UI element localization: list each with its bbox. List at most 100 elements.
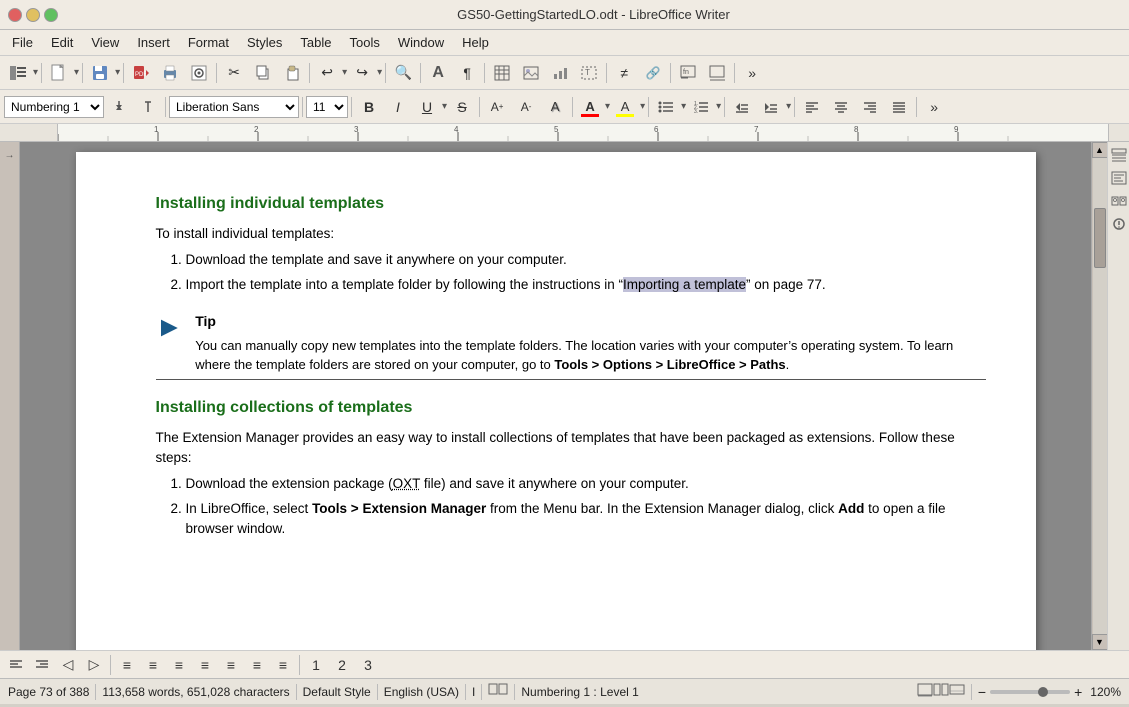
highlight-dropdown[interactable]: ▾ [640, 101, 645, 112]
scroll-track[interactable] [1093, 158, 1107, 634]
indent-dropdown[interactable]: ▾ [786, 101, 791, 112]
footnote-button[interactable]: fn [674, 60, 702, 86]
align-right-button[interactable] [856, 94, 884, 120]
document-container[interactable]: Installing individual templates To insta… [20, 142, 1091, 650]
export-pdf-button[interactable]: PDF [127, 60, 155, 86]
undo-button[interactable]: ↩ [313, 60, 341, 86]
preview-button[interactable] [185, 60, 213, 86]
font-dropdown[interactable]: Liberation Sans [169, 96, 299, 118]
para-align-right[interactable] [30, 654, 54, 676]
italic-button[interactable]: I [384, 94, 412, 120]
para-marks-button[interactable]: ¶ [453, 60, 481, 86]
cut-button[interactable]: ✂ [220, 60, 248, 86]
style-dropdown[interactable]: Numbering 1 [4, 96, 104, 118]
minimize-button[interactable] [26, 8, 40, 22]
zoom-minus-button[interactable]: − [978, 684, 986, 700]
page-view-icon[interactable] [933, 683, 949, 700]
align-center-button[interactable] [827, 94, 855, 120]
underline-button[interactable]: U [413, 94, 441, 120]
menu-styles[interactable]: Styles [239, 33, 290, 52]
redo-dropdown[interactable]: ▾ [377, 67, 382, 78]
left-panel-btn1[interactable]: → [5, 150, 15, 161]
font-size-increase[interactable]: A [424, 60, 452, 86]
right-panel-styles[interactable] [1111, 171, 1127, 188]
style-more-button[interactable] [105, 94, 133, 120]
zoom-track[interactable] [990, 690, 1070, 694]
right-panel-gallery[interactable] [1111, 194, 1127, 211]
shadow-button[interactable]: A [541, 94, 569, 120]
para-numbered1[interactable]: 1 [304, 654, 328, 676]
bold-button[interactable]: B [355, 94, 383, 120]
para-list-btn1[interactable]: ≡ [115, 654, 139, 676]
font-color-dropdown[interactable]: ▾ [605, 101, 610, 112]
new-dropdown[interactable]: ▾ [74, 67, 79, 78]
list-bullets-dropdown[interactable]: ▾ [681, 101, 686, 112]
list-numbers-dropdown[interactable]: ▾ [716, 101, 721, 112]
insert-table-button[interactable] [488, 60, 516, 86]
right-panel-properties[interactable] [1111, 217, 1127, 234]
menu-file[interactable]: File [4, 33, 41, 52]
para-numbered2[interactable]: 2 [330, 654, 354, 676]
list-numbers-button[interactable]: 1.2.3. [687, 94, 715, 120]
menu-edit[interactable]: Edit [43, 33, 81, 52]
para-numbered3[interactable]: 3 [356, 654, 380, 676]
para-decrease-indent[interactable]: ◁ [56, 654, 80, 676]
save-button[interactable] [86, 60, 114, 86]
scroll-down-button[interactable]: ▼ [1092, 634, 1108, 650]
page-view2-icon[interactable] [949, 683, 965, 700]
increase-indent-button[interactable] [757, 94, 785, 120]
right-panel-navigator[interactable] [1111, 148, 1127, 165]
menu-table[interactable]: Table [292, 33, 339, 52]
toolbar1-expand[interactable]: ▾ [33, 67, 38, 78]
style-btn2[interactable] [134, 94, 162, 120]
align-left-button[interactable] [798, 94, 826, 120]
para-list-btn3[interactable]: ≡ [167, 654, 191, 676]
close-button[interactable] [8, 8, 22, 22]
new-button[interactable] [45, 60, 73, 86]
superscript-button[interactable]: A+ [483, 94, 511, 120]
menu-format[interactable]: Format [180, 33, 237, 52]
special-char-button[interactable]: ≠ [610, 60, 638, 86]
insert-chart-button[interactable] [546, 60, 574, 86]
zoom-level[interactable]: 120% [1090, 685, 1121, 699]
sidebar-toggle-button[interactable] [4, 60, 32, 86]
menu-tools[interactable]: Tools [341, 33, 387, 52]
more-format-buttons[interactable]: » [920, 94, 948, 120]
highlight-button[interactable]: A [611, 94, 639, 120]
paste-button[interactable] [278, 60, 306, 86]
para-list-btn5[interactable]: ≡ [219, 654, 243, 676]
hyperlink-button[interactable]: 🔗 [639, 60, 667, 86]
para-align-left[interactable] [4, 654, 28, 676]
find-button[interactable]: 🔍 [389, 60, 417, 86]
scroll-up-button[interactable]: ▲ [1092, 142, 1108, 158]
zoom-plus-button[interactable]: + [1074, 684, 1082, 700]
save-dropdown[interactable]: ▾ [115, 67, 120, 78]
print-button[interactable] [156, 60, 184, 86]
scroll-thumb[interactable] [1094, 208, 1106, 268]
para-list-btn6[interactable]: ≡ [245, 654, 269, 676]
redo-button[interactable]: ↪ [348, 60, 376, 86]
insert-textbox-button[interactable]: T [575, 60, 603, 86]
zoom-thumb[interactable] [1038, 687, 1048, 697]
decrease-indent-button[interactable] [728, 94, 756, 120]
font-color-button[interactable]: A [576, 94, 604, 120]
copy-button[interactable] [249, 60, 277, 86]
para-list-btn2[interactable]: ≡ [141, 654, 165, 676]
para-list-btn4[interactable]: ≡ [193, 654, 217, 676]
maximize-button[interactable] [44, 8, 58, 22]
underline-dropdown[interactable]: ▾ [442, 101, 447, 112]
menu-help[interactable]: Help [454, 33, 497, 52]
menu-insert[interactable]: Insert [129, 33, 178, 52]
menu-view[interactable]: View [83, 33, 127, 52]
more-buttons[interactable]: » [738, 60, 766, 86]
menu-window[interactable]: Window [390, 33, 452, 52]
list-bullets-button[interactable] [652, 94, 680, 120]
undo-dropdown[interactable]: ▾ [342, 67, 347, 78]
size-dropdown[interactable]: 11 [306, 96, 348, 118]
para-increase-indent[interactable]: ▷ [82, 654, 106, 676]
align-justify-button[interactable] [885, 94, 913, 120]
strikethrough-button[interactable]: S [448, 94, 476, 120]
subscript-button[interactable]: A- [512, 94, 540, 120]
para-list-btn7[interactable]: ≡ [271, 654, 295, 676]
endnote-button[interactable] [703, 60, 731, 86]
